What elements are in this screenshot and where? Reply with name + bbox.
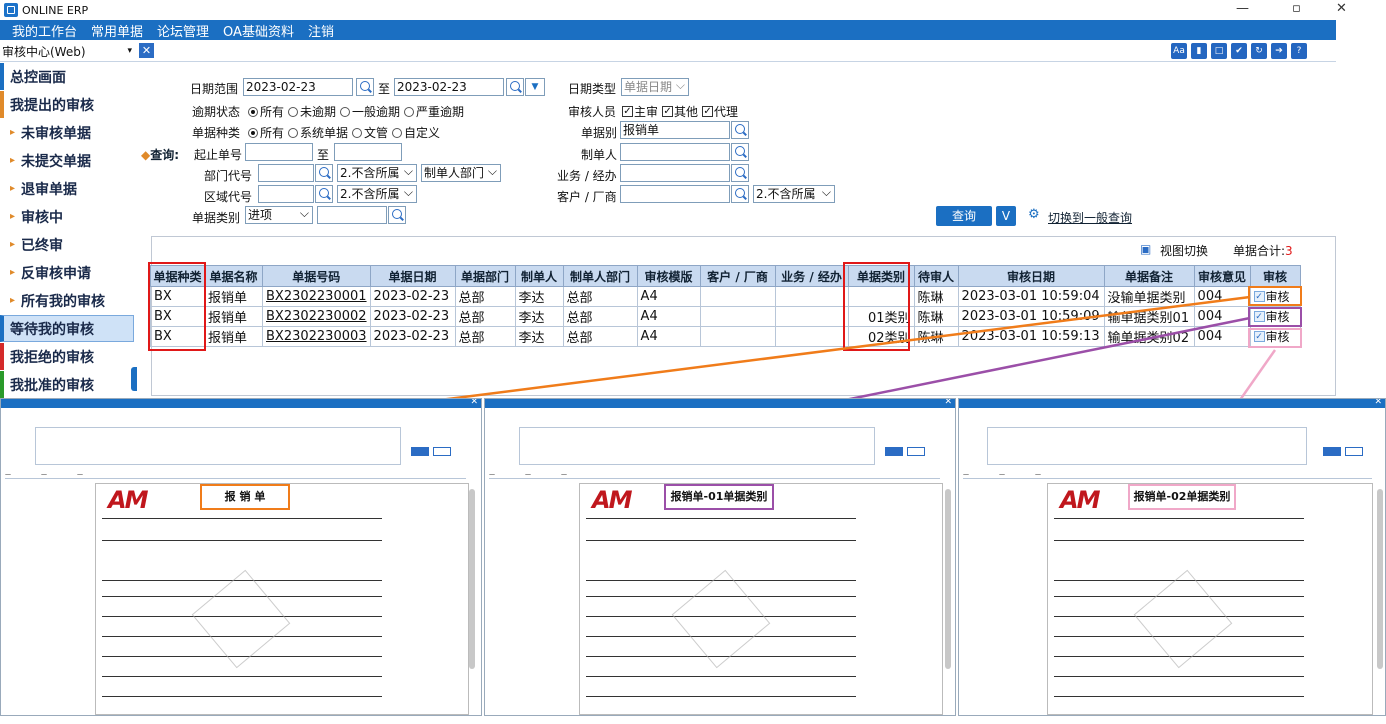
audit-dialog-2: ✕ — — — AM 报销单-01单据类别	[484, 398, 956, 716]
stamp-watermark	[1133, 569, 1233, 669]
company-logo: AM	[1060, 486, 1100, 514]
dialog-tabs: — — —	[963, 471, 1372, 479]
stamp-watermark	[191, 569, 291, 669]
document-title: 报销单-02单据类别	[1128, 484, 1236, 510]
comment-field[interactable]	[519, 427, 875, 465]
comment-field[interactable]	[987, 427, 1307, 465]
company-logo: AM	[108, 486, 148, 514]
dialog-tabs: — — —	[5, 471, 466, 479]
connector-line	[844, 316, 1251, 402]
close-icon[interactable]: ✕	[470, 399, 478, 407]
document-preview: AM 报销单-02单据类别	[1047, 483, 1373, 715]
scrollbar[interactable]	[1377, 489, 1383, 669]
scrollbar[interactable]	[945, 489, 951, 669]
connector-line	[439, 295, 1251, 402]
confirm-button[interactable]	[1323, 447, 1341, 456]
confirm-button[interactable]	[411, 447, 429, 456]
stamp-watermark	[671, 569, 771, 669]
company-logo: AM	[592, 486, 632, 514]
document-title: 报销单-01单据类别	[664, 484, 774, 510]
cancel-button[interactable]	[907, 447, 925, 456]
close-icon[interactable]: ✕	[1374, 399, 1382, 407]
audit-dialog-3: ✕ — — — AM 报销单-02单据类别	[958, 398, 1386, 716]
document-title: 报 销 单	[200, 484, 290, 510]
cancel-button[interactable]	[1345, 447, 1363, 456]
connector-line	[1238, 349, 1277, 401]
audit-dialog-1: ✕ — — — AM 报 销 单	[0, 398, 482, 716]
scrollbar[interactable]	[469, 489, 475, 669]
dialog-tabs: — — —	[489, 471, 941, 479]
document-preview: AM 报销单-01单据类别	[579, 483, 943, 715]
confirm-button[interactable]	[885, 447, 903, 456]
document-preview: AM 报 销 单	[95, 483, 469, 715]
close-icon[interactable]: ✕	[944, 399, 952, 407]
comment-field[interactable]	[35, 427, 401, 465]
cancel-button[interactable]	[433, 447, 451, 456]
